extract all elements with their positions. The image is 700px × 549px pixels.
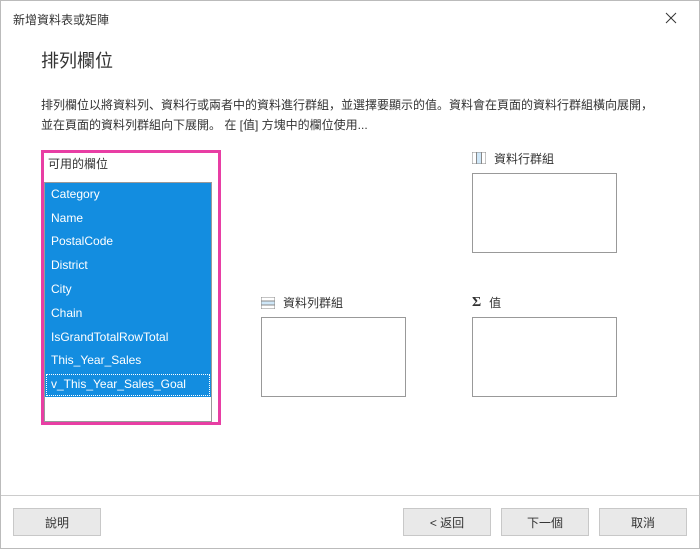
row-groups-listbox[interactable] [261,317,406,397]
column-groups-text: 資料行群組 [494,150,554,167]
list-item[interactable]: District [45,254,211,278]
content-area: 排列欄位 排列欄位以將資料列、資料行或兩者中的資料進行群組，並選擇要顯示的值。資… [1,37,699,495]
footer-right: < 返回 下一個 取消 [403,508,687,536]
page-description: 排列欄位以將資料列、資料行或兩者中的資料進行群組，並選擇要顯示的值。資料會在頁面… [41,95,659,136]
fields-layout: 可用的欄位 Category Name PostalCode District … [41,150,659,425]
dialog-wizard: 新增資料表或矩陣 排列欄位 排列欄位以將資料列、資料行或兩者中的資料進行群組，並… [0,0,700,549]
close-icon [665,11,677,27]
next-button[interactable]: 下一個 [501,508,589,536]
values-text: 值 [489,294,501,311]
row-groups-label: 資料列群組 [261,294,448,311]
dialog-title: 新增資料表或矩陣 [13,11,109,28]
list-item[interactable]: IsGrandTotalRowTotal [45,326,211,350]
values-section: Σ 值 [472,294,659,425]
row-groups-text: 資料列群組 [283,294,343,311]
column-groups-listbox[interactable] [472,173,617,253]
values-label: Σ 值 [472,294,659,311]
row-groups-icon [261,297,275,309]
titlebar: 新增資料表或矩陣 [1,1,699,37]
arrange-grid: 資料行群組 資料列群組 Σ 值 [261,150,659,425]
column-groups-icon [472,152,486,164]
list-item[interactable]: Name [45,207,211,231]
list-item[interactable]: This_Year_Sales [45,349,211,373]
values-listbox[interactable] [472,317,617,397]
page-heading: 排列欄位 [41,47,659,73]
list-item[interactable]: City [45,278,211,302]
list-item[interactable]: PostalCode [45,230,211,254]
highlight-frame: 可用的欄位 Category Name PostalCode District … [41,150,221,425]
available-fields-section: 可用的欄位 Category Name PostalCode District … [41,150,221,425]
row-groups-section: 資料列群組 [261,294,448,425]
cancel-button[interactable]: 取消 [599,508,687,536]
list-item[interactable]: Chain [45,302,211,326]
list-item[interactable]: Category [45,183,211,207]
back-button[interactable]: < 返回 [403,508,491,536]
available-fields-listbox[interactable]: Category Name PostalCode District City C… [44,182,212,422]
list-item[interactable]: v_This_Year_Sales_Goal [45,373,211,397]
available-fields-label: 可用的欄位 [44,153,218,176]
close-button[interactable] [655,5,687,33]
dialog-footer: 說明 < 返回 下一個 取消 [1,495,699,548]
sigma-icon: Σ [472,295,481,311]
help-button[interactable]: 說明 [13,508,101,536]
column-groups-section: 資料行群組 [472,150,659,281]
column-groups-label: 資料行群組 [472,150,659,167]
